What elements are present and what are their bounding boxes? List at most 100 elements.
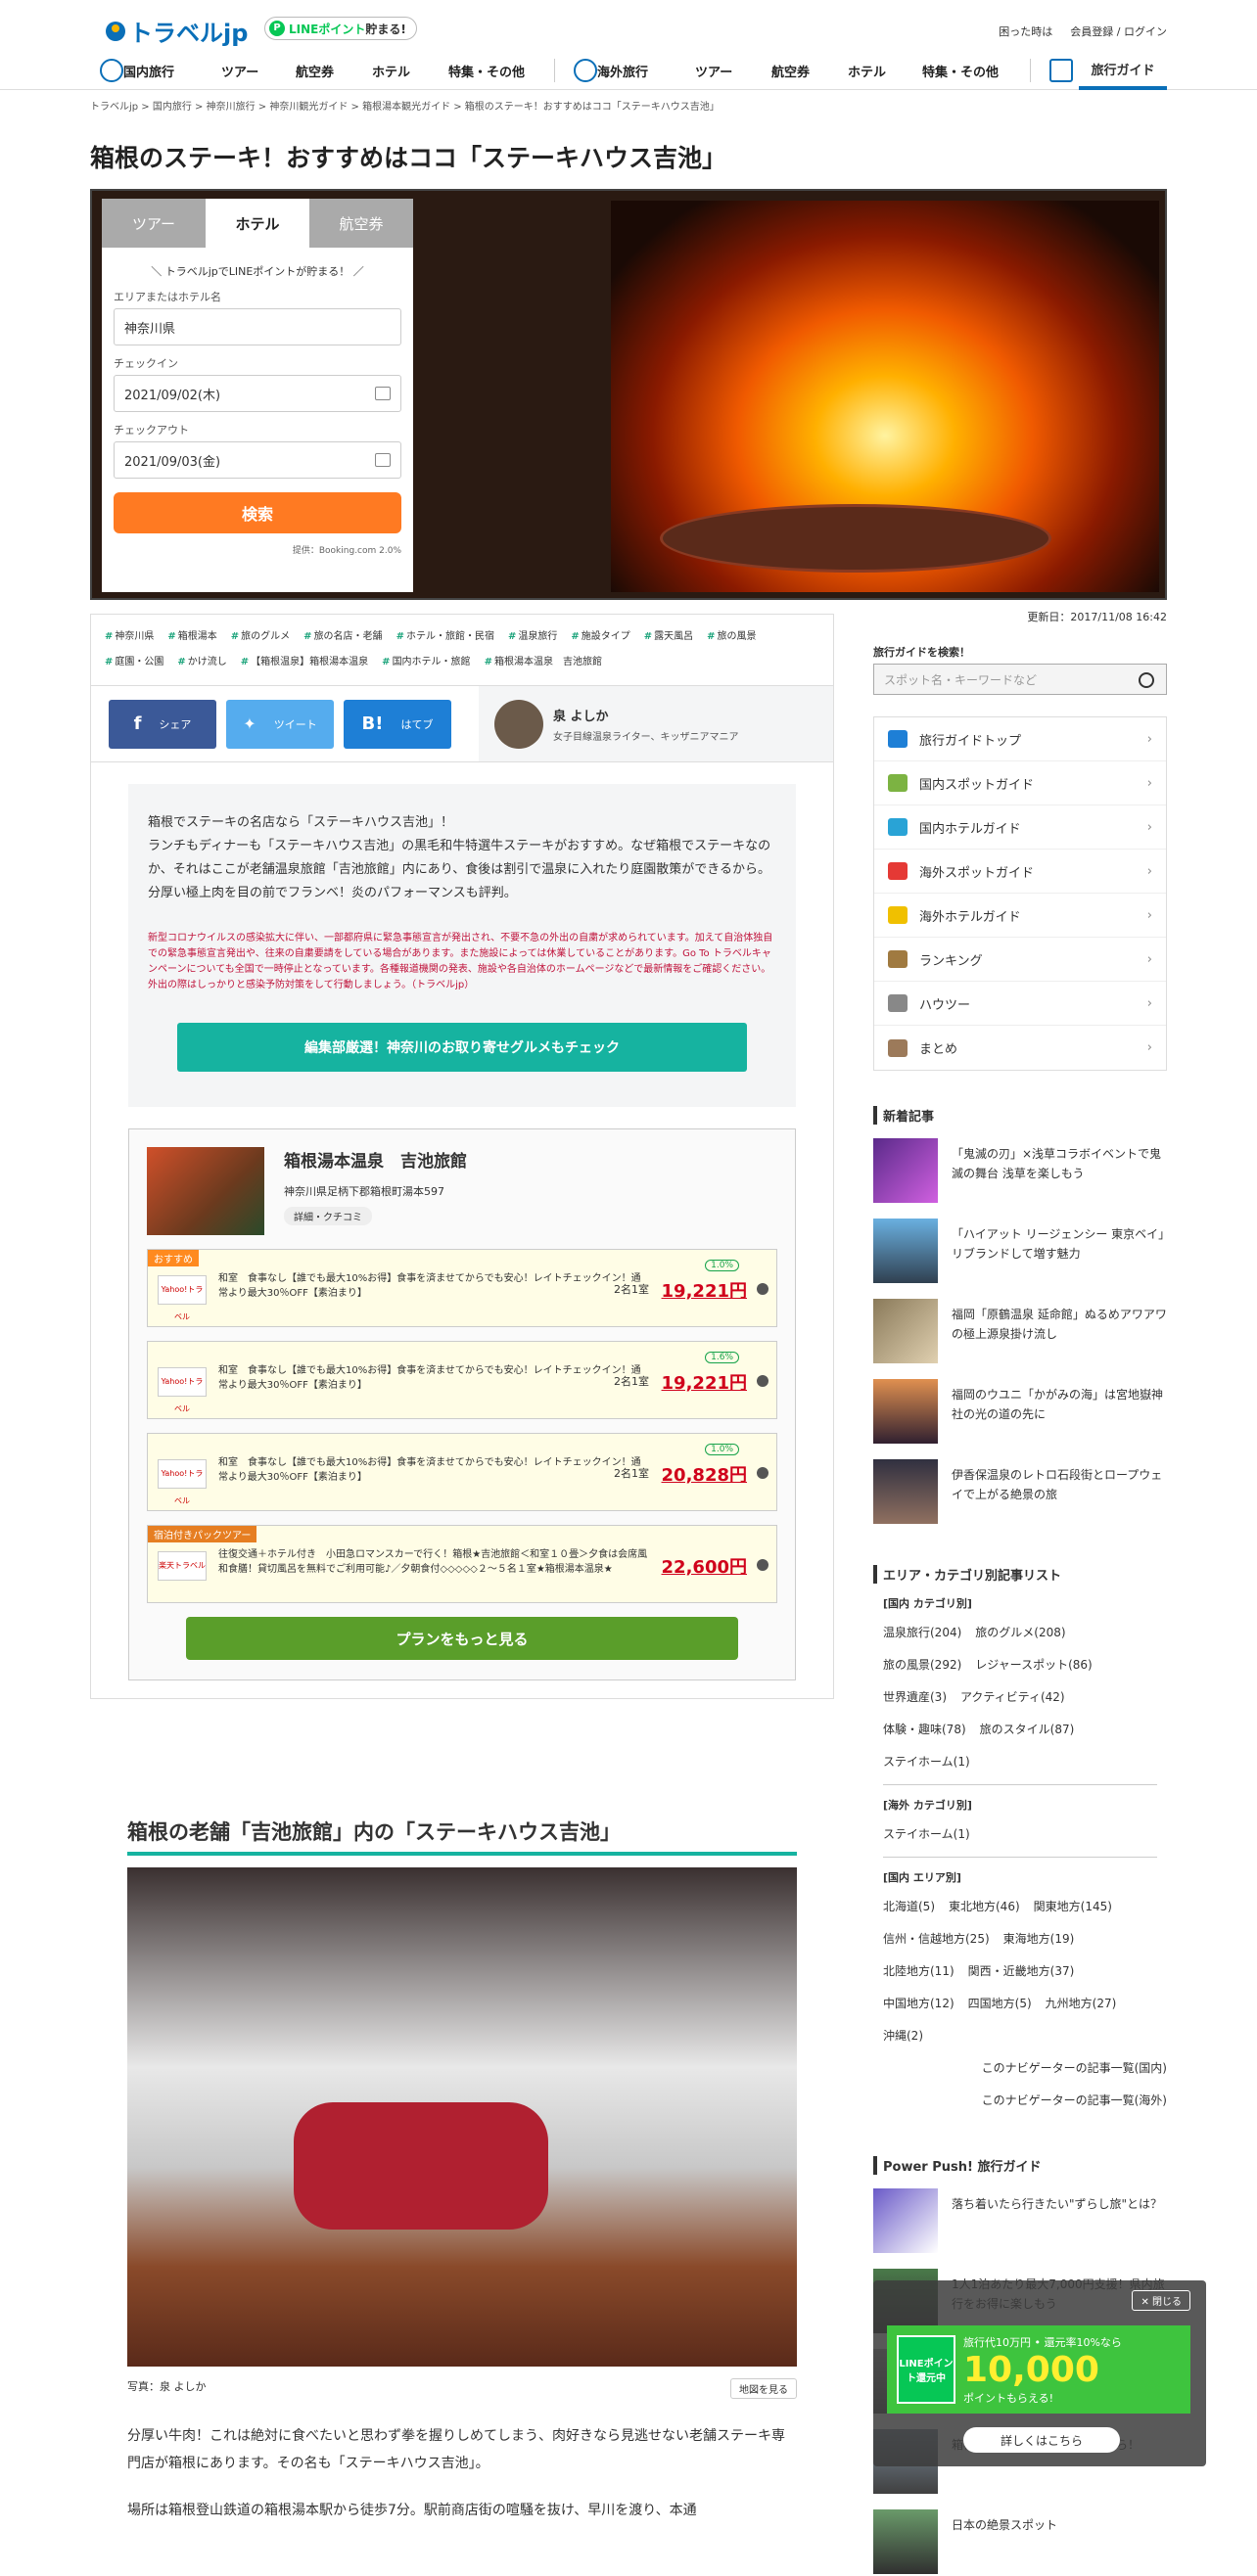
ad-banner[interactable]: LINEポイント還元中 旅行代10万円 • 還元率10%なら 10,000 ポイント… <box>887 2325 1190 2414</box>
category-link[interactable]: 信州・信越地方(25) <box>883 1932 990 1946</box>
map-button[interactable]: 地図を見る <box>730 2378 797 2399</box>
hotel-plan[interactable]: 宿泊付きパックツアー 楽天トラベル 往復交通＋ホテル付き 小田急ロマンスカーで行く！… <box>147 1525 777 1603</box>
category-link[interactable]: 旅のグルメ(208) <box>975 1626 1065 1639</box>
category-link[interactable]: 東海地方(19) <box>1003 1932 1075 1946</box>
guide-menu-item[interactable]: 海外ホテルガイド <box>874 894 1166 938</box>
news-item[interactable]: 福岡のウユニ「かがみの海」は宮地嶽神社の光の道の先に <box>873 1379 1167 1446</box>
plan-text[interactable]: 和室 食事なし【誰でも最大10%お得】食事を済ませてからでも安心！レイトチェック… <box>218 1455 649 1485</box>
line-point-badge[interactable]: P LINEポイント 貯まる! <box>264 17 417 40</box>
nav-domestic-special[interactable]: 特集・その他 <box>448 51 525 90</box>
powerpush-thumbnail[interactable] <box>873 2188 938 2253</box>
tag-link[interactable]: 【箱根温泉】箱根湯本温泉 <box>241 657 368 667</box>
category-link[interactable]: 沖縄(2) <box>883 2029 923 2043</box>
category-link[interactable]: 中国地方(12) <box>883 1997 954 2010</box>
hatena-share-button[interactable]: B! はてブ <box>344 699 451 749</box>
news-title[interactable]: 伊香保温泉のレトロ石段街とロープウェイで上がる絶景の旅 <box>952 1459 1167 1526</box>
news-thumbnail[interactable] <box>873 1299 938 1363</box>
plan-price[interactable]: 19,221円 <box>662 1369 747 1395</box>
guide-search-input[interactable]: スポット名・キーワードなど <box>873 664 1167 695</box>
login-link[interactable]: 会員登録 / ログイン <box>1070 23 1167 39</box>
category-link[interactable]: 温泉旅行(204) <box>883 1626 961 1639</box>
nav-domestic[interactable]: 国内旅行 <box>100 51 174 90</box>
navigator-domestic-link[interactable]: このナビゲーターの記事一覧(国内) <box>873 2052 1167 2085</box>
hotel-name[interactable]: 箱根湯本温泉 吉池旅館 <box>284 1147 467 1172</box>
tag-link[interactable]: 旅の風景 <box>707 631 756 642</box>
review-button[interactable]: 詳細・クチコミ <box>284 1207 372 1225</box>
category-link[interactable]: 関西・近畿地方(37) <box>968 1964 1075 1978</box>
tab-air[interactable]: 航空券 <box>309 199 413 248</box>
powerpush-item[interactable]: 落ち着いたら行きたい"ずらし旅"とは？ <box>873 2188 1167 2255</box>
tag-link[interactable]: 庭園・公園 <box>105 657 163 667</box>
tag-link[interactable]: 旅のグルメ <box>231 631 290 642</box>
category-link[interactable]: 関東地方(145) <box>1034 1900 1112 1913</box>
tag-link[interactable]: 温泉旅行 <box>508 631 557 642</box>
nav-travel-guide[interactable]: 旅行ガイド <box>1079 51 1167 90</box>
author-card[interactable]: 泉 よしか 女子目線温泉ライター、キッザニアマニア <box>479 686 833 761</box>
guide-menu-item[interactable]: 海外スポットガイド <box>874 850 1166 894</box>
hotel-plan[interactable]: おすすめ Yahoo!トラベル 和室 食事なし【誰でも最大10%お得】食事を済ませて… <box>147 1249 777 1327</box>
plan-price[interactable]: 19,221円 <box>662 1277 747 1303</box>
nav-abroad-hotel[interactable]: ホテル <box>848 51 886 90</box>
twitter-share-button[interactable]: ✦ ツイート <box>226 699 334 749</box>
arrow-icon[interactable] <box>757 1559 768 1571</box>
guide-menu-item[interactable]: まとめ <box>874 1026 1166 1070</box>
tab-hotel[interactable]: ホテル <box>206 199 309 248</box>
news-item[interactable]: 伊香保温泉のレトロ石段街とロープウェイで上がる絶景の旅 <box>873 1459 1167 1526</box>
news-thumbnail[interactable] <box>873 1138 938 1203</box>
tag-link[interactable]: 施設タイプ <box>571 631 629 642</box>
hotel-plan[interactable]: Yahoo!トラベル 和室 食事なし【誰でも最大10%お得】食事を済ませてからでも… <box>147 1341 777 1419</box>
category-link[interactable]: 世界遺産(3) <box>883 1690 947 1704</box>
category-link[interactable]: 旅の風景(292) <box>883 1658 961 1672</box>
tag-link[interactable]: 箱根湯本 <box>167 631 216 642</box>
area-input[interactable]: 神奈川県 <box>114 308 401 345</box>
plan-price[interactable]: 22,600円 <box>662 1553 747 1579</box>
gourmet-check-button[interactable]: 編集部厳選！神奈川のお取り寄せグルメもチェック <box>177 1023 747 1072</box>
nav-abroad[interactable]: 海外旅行 <box>574 51 648 90</box>
tag-link[interactable]: 旅の名店・老舗 <box>303 631 382 642</box>
category-link[interactable]: ステイホーム(1) <box>883 1827 970 1841</box>
guide-menu-item[interactable]: 国内スポットガイド <box>874 761 1166 805</box>
category-link[interactable]: ステイホーム(1) <box>883 1755 970 1769</box>
powerpush-title[interactable]: 落ち着いたら行きたい"ずらし旅"とは？ <box>952 2188 1162 2255</box>
plan-text[interactable]: 往復交通＋ホテル付き 小田急ロマンスカーで行く！箱根★吉池旅館＜和室１０畳＞夕食… <box>218 1547 649 1577</box>
news-thumbnail[interactable] <box>873 1219 938 1283</box>
news-item[interactable]: 「鬼滅の刃」×浅草コラボイベントで鬼滅の舞台 浅草を楽しもう <box>873 1138 1167 1205</box>
tag-link[interactable]: ホテル・旅館・民宿 <box>396 631 494 642</box>
tag-link[interactable]: 箱根湯本温泉 吉池旅館 <box>485 657 602 667</box>
category-link[interactable]: 九州地方(27) <box>1046 1997 1117 2010</box>
plan-price[interactable]: 20,828円 <box>662 1461 747 1487</box>
close-ad-button[interactable]: ✕ 閉じる <box>1132 2290 1190 2311</box>
category-link[interactable]: 旅のスタイル(87) <box>980 1723 1075 1736</box>
plan-text[interactable]: 和室 食事なし【誰でも最大10%お得】食事を済ませてからでも安心！レイトチェック… <box>218 1363 649 1393</box>
nav-domestic-tour[interactable]: ツアー <box>221 51 258 90</box>
calendar-icon[interactable] <box>375 387 391 400</box>
category-link[interactable]: アクティビティ(42) <box>960 1690 1065 1704</box>
news-thumbnail[interactable] <box>873 1459 938 1524</box>
category-link[interactable]: 四国地方(5) <box>968 1997 1032 2010</box>
site-logo[interactable]: トラベルjp <box>106 14 248 48</box>
arrow-icon[interactable] <box>757 1375 768 1387</box>
guide-menu-item[interactable]: 旅行ガイドトップ <box>874 717 1166 761</box>
nav-domestic-air[interactable]: 航空券 <box>296 51 334 90</box>
tag-link[interactable]: 露天風呂 <box>644 631 693 642</box>
nav-domestic-hotel[interactable]: ホテル <box>372 51 410 90</box>
nav-abroad-special[interactable]: 特集・その他 <box>922 51 999 90</box>
plan-text[interactable]: 和室 食事なし【誰でも最大10%お得】食事を済ませてからでも安心！レイトチェック… <box>218 1271 649 1301</box>
category-link[interactable]: 北海道(5) <box>883 1900 935 1913</box>
news-item[interactable]: 福岡「原鶴温泉 延命館」ぬるめアワアワの極上源泉掛け流し <box>873 1299 1167 1365</box>
arrow-icon[interactable] <box>757 1283 768 1295</box>
guide-menu-item[interactable]: 国内ホテルガイド <box>874 805 1166 850</box>
guide-menu-item[interactable]: ランキング <box>874 938 1166 982</box>
breadcrumb[interactable]: トラベルjp > 国内旅行 > 神奈川旅行 > 神奈川観光ガイド > 箱根湯本観… <box>90 98 720 113</box>
checkin-input[interactable]: 2021/09/02(木) <box>114 375 401 412</box>
news-title[interactable]: 福岡のウユニ「かがみの海」は宮地嶽神社の光の道の先に <box>952 1379 1167 1446</box>
hotel-plan[interactable]: Yahoo!トラベル 和室 食事なし【誰でも最大10%お得】食事を済ませてからでも… <box>147 1433 777 1511</box>
nav-abroad-air[interactable]: 航空券 <box>771 51 810 90</box>
ad-detail-button[interactable]: 詳しくはこちら <box>963 2427 1120 2453</box>
category-link[interactable]: レジャースポット(86) <box>975 1658 1092 1672</box>
tag-link[interactable]: 国内ホテル・旅館 <box>382 657 470 667</box>
search-button[interactable]: 検索 <box>114 492 401 533</box>
tag-link[interactable]: 神奈川県 <box>105 631 154 642</box>
news-item[interactable]: 「ハイアット リージェンシー 東京ベイ」リブランドして増す魅力 <box>873 1219 1167 1285</box>
guide-menu-item[interactable]: ハウツー <box>874 982 1166 1026</box>
